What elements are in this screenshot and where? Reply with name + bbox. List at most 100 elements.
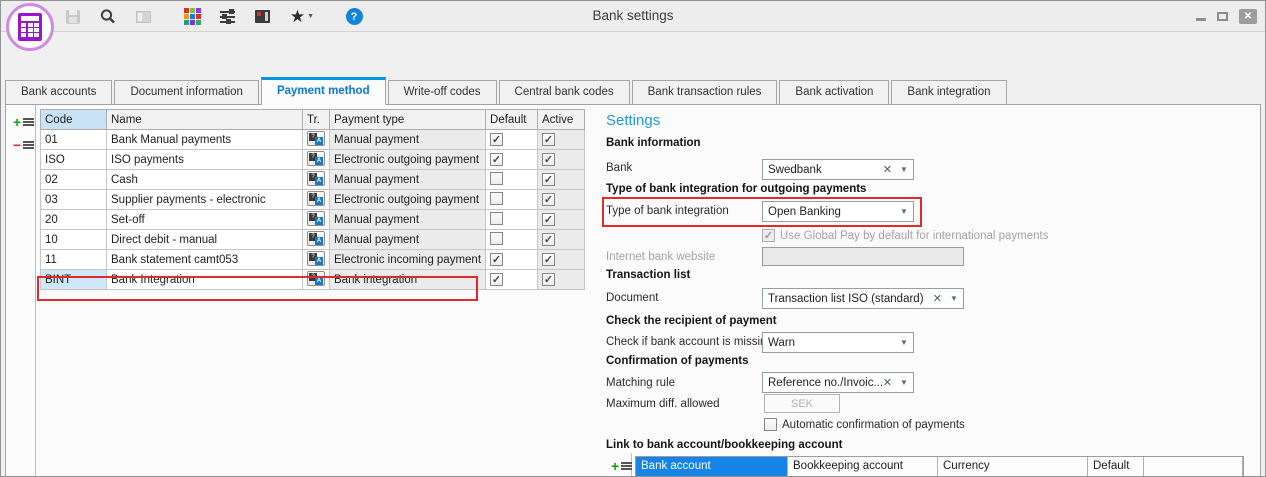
table-row[interactable]: 11 Bank statement camt053 ?A Electronic …: [41, 250, 585, 270]
cell-payment-type[interactable]: Electronic incoming payment: [330, 250, 486, 270]
active-checkbox[interactable]: [542, 213, 555, 226]
link-column-header-default[interactable]: Default: [1088, 457, 1144, 476]
document-select[interactable]: Transaction list ISO (standard) ✕ ▼: [762, 288, 964, 309]
chevron-down-icon[interactable]: ▼: [948, 294, 960, 303]
cell-name[interactable]: Direct debit - manual: [107, 230, 303, 250]
translate-button[interactable]: ?A: [303, 130, 330, 150]
auto-confirm-checkbox[interactable]: [764, 418, 777, 431]
translate-button[interactable]: ?A: [303, 250, 330, 270]
translate-button[interactable]: ?A: [303, 170, 330, 190]
cell-default[interactable]: [486, 150, 538, 170]
default-checkbox[interactable]: [490, 212, 503, 225]
settings-sliders-icon[interactable]: [217, 6, 237, 28]
active-checkbox[interactable]: [542, 153, 555, 166]
cell-code[interactable]: 20: [41, 210, 107, 230]
tab-bank-transaction-rules[interactable]: Bank transaction rules: [632, 80, 778, 104]
cell-active[interactable]: [538, 170, 585, 190]
tab-payment-method[interactable]: Payment method: [261, 77, 386, 105]
max-diff-input[interactable]: SEK: [764, 394, 840, 413]
translate-button[interactable]: ?A: [303, 190, 330, 210]
tab-document-information[interactable]: Document information: [114, 80, 259, 104]
cell-payment-type[interactable]: Manual payment: [330, 230, 486, 250]
default-checkbox[interactable]: [490, 273, 503, 286]
default-checkbox[interactable]: [490, 172, 503, 185]
column-header-code[interactable]: Code: [41, 110, 107, 130]
cell-active[interactable]: [538, 210, 585, 230]
cell-code[interactable]: BINT: [41, 270, 107, 290]
cell-default[interactable]: [486, 190, 538, 210]
tab-bank-integration[interactable]: Bank integration: [891, 80, 1006, 104]
tab-write-off-codes[interactable]: Write-off codes: [388, 80, 497, 104]
cell-active[interactable]: [538, 250, 585, 270]
translate-button[interactable]: ?A: [303, 210, 330, 230]
cell-name[interactable]: Bank Integration: [107, 270, 303, 290]
default-checkbox[interactable]: [490, 133, 503, 146]
translate-button[interactable]: ?A: [303, 150, 330, 170]
column-header-name[interactable]: Name: [107, 110, 303, 130]
add-row-button[interactable]: +: [13, 117, 34, 127]
active-checkbox[interactable]: [542, 273, 555, 286]
table-row[interactable]: ISO ISO payments ?A Electronic outgoing …: [41, 150, 585, 170]
chevron-down-icon[interactable]: ▼: [898, 338, 910, 347]
chevron-down-icon[interactable]: ▼: [898, 165, 910, 174]
check-missing-select[interactable]: Warn ▼: [762, 332, 914, 353]
save-icon[interactable]: [63, 6, 83, 28]
chevron-down-icon[interactable]: ▼: [898, 207, 910, 216]
default-checkbox[interactable]: [490, 232, 503, 245]
chevron-down-icon[interactable]: ▼: [898, 378, 910, 387]
cell-payment-type[interactable]: Electronic outgoing payment: [330, 190, 486, 210]
cell-code[interactable]: 02: [41, 170, 107, 190]
active-checkbox[interactable]: [542, 253, 555, 266]
cell-payment-type[interactable]: Manual payment: [330, 210, 486, 230]
cell-code[interactable]: 01: [41, 130, 107, 150]
active-checkbox[interactable]: [542, 133, 555, 146]
cell-default[interactable]: [486, 210, 538, 230]
maximize-button[interactable]: [1217, 12, 1228, 21]
cell-default[interactable]: [486, 270, 538, 290]
cell-code[interactable]: 10: [41, 230, 107, 250]
active-checkbox[interactable]: [542, 233, 555, 246]
cell-payment-type[interactable]: Manual payment: [330, 170, 486, 190]
close-button[interactable]: ✕: [1239, 9, 1257, 24]
table-row[interactable]: 20 Set-off ?A Manual payment: [41, 210, 585, 230]
cell-active[interactable]: [538, 130, 585, 150]
bank-select[interactable]: Swedbank ✕ ▼: [762, 159, 914, 180]
cell-active[interactable]: [538, 230, 585, 250]
column-header-default[interactable]: Default: [486, 110, 538, 130]
help-icon[interactable]: ?: [344, 6, 364, 28]
link-column-header-bank-account[interactable]: Bank account: [636, 457, 788, 476]
cell-name[interactable]: Cash: [107, 170, 303, 190]
delete-row-button[interactable]: −: [13, 140, 34, 150]
tab-central-bank-codes[interactable]: Central bank codes: [499, 80, 630, 104]
table-row[interactable]: 10 Direct debit - manual ?A Manual payme…: [41, 230, 585, 250]
cell-name[interactable]: Bank statement camt053: [107, 250, 303, 270]
cell-default[interactable]: [486, 250, 538, 270]
layout-icon[interactable]: [133, 6, 153, 28]
star-dropdown-chevron-icon[interactable]: ▼: [307, 13, 314, 20]
table-row[interactable]: 03 Supplier payments - electronic ?A Ele…: [41, 190, 585, 210]
default-checkbox[interactable]: [490, 253, 503, 266]
clear-icon[interactable]: ✕: [933, 292, 942, 305]
translate-button[interactable]: ?A: [303, 270, 330, 290]
table-row[interactable]: 02 Cash ?A Manual payment: [41, 170, 585, 190]
modules-grid-icon[interactable]: [182, 6, 202, 28]
cell-code[interactable]: 03: [41, 190, 107, 210]
column-header-payment-type[interactable]: Payment type: [330, 110, 486, 130]
search-icon[interactable]: [98, 6, 118, 28]
cell-name[interactable]: Supplier payments - electronic: [107, 190, 303, 210]
default-checkbox[interactable]: [490, 153, 503, 166]
minimize-button[interactable]: [1196, 18, 1206, 21]
cell-active[interactable]: [538, 270, 585, 290]
clear-icon[interactable]: ✕: [883, 376, 892, 389]
translate-button[interactable]: ?A: [303, 230, 330, 250]
cell-default[interactable]: [486, 170, 538, 190]
cell-code[interactable]: ISO: [41, 150, 107, 170]
matching-rule-select[interactable]: Reference no./Invoic... ✕ ▼: [762, 372, 914, 393]
global-pay-checkbox[interactable]: [762, 229, 775, 242]
cell-name[interactable]: Bank Manual payments: [107, 130, 303, 150]
cell-name[interactable]: Set-off: [107, 210, 303, 230]
column-header-active[interactable]: Active: [538, 110, 585, 130]
cell-payment-type[interactable]: Electronic outgoing payment: [330, 150, 486, 170]
cell-code[interactable]: 11: [41, 250, 107, 270]
default-checkbox[interactable]: [490, 192, 503, 205]
